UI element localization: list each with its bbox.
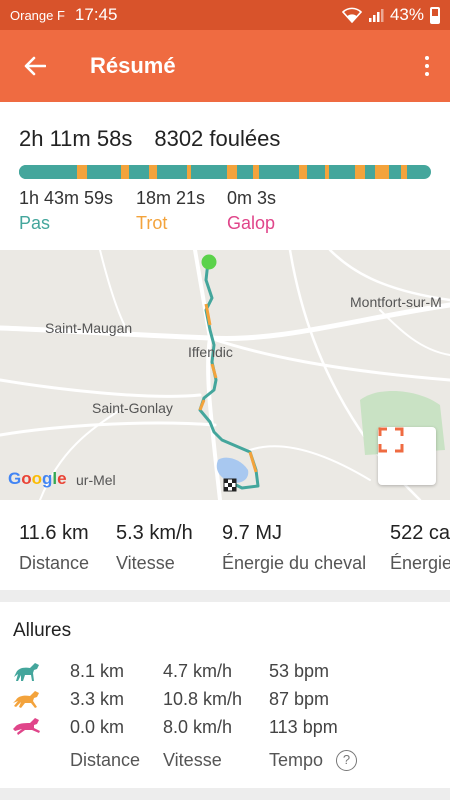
stat-value: 522 ca	[390, 522, 450, 544]
page-title: Résumé	[90, 53, 176, 78]
allure-tempo: 53 bpm	[269, 661, 330, 681]
total-strides: 8302 foulées	[154, 126, 281, 151]
allure-row-walk: 8.1 km 4.7 km/h 53 bpm	[0, 661, 450, 689]
gait-label: Pas	[19, 213, 51, 233]
allures-title: Allures	[13, 620, 72, 641]
gait-gallop: 0m 3s Galop	[227, 188, 276, 234]
stat-label: Distance	[19, 553, 90, 573]
stat-energy: 522 ca Énergie	[390, 522, 450, 574]
gait-walk: 1h 43m 59s Pas	[19, 188, 113, 234]
allure-tempo: 113 bpm	[269, 717, 338, 737]
stat-value: 9.7 MJ	[222, 522, 283, 544]
header-distance: Distance	[70, 750, 141, 770]
stat-distance: 11.6 km Distance	[19, 522, 89, 574]
totals: 2h 11m 58s 8302 foulées	[19, 126, 280, 152]
stat-value: 5.3 km/h	[116, 522, 193, 544]
allures-card: Allures 8.1 km 4.7 km/h 53 bpm 3.3 km 10…	[0, 602, 450, 788]
battery-icon	[430, 6, 440, 24]
app-bar: Résumé	[0, 30, 450, 102]
ride-stats: 11.6 km Distance 5.3 km/h Vitesse 9.7 MJ…	[0, 500, 450, 590]
stat-value: 11.6 km	[19, 522, 89, 544]
gait-time: 0m 3s	[227, 188, 277, 208]
map-place-label: ur-Mel	[76, 472, 116, 488]
allure-speed: 8.0 km/h	[163, 717, 233, 737]
trotting-horse-icon	[13, 691, 39, 708]
wifi-icon	[341, 7, 362, 23]
total-duration: 2h 11m 58s	[19, 126, 133, 151]
route-start-marker	[201, 254, 217, 270]
header-tempo: Tempo	[269, 750, 324, 770]
back-button[interactable]	[0, 30, 70, 102]
status-bar: Orange F 17:45 43%	[0, 0, 450, 30]
allure-tempo: 87 bpm	[269, 689, 330, 709]
allure-speed: 10.8 km/h	[163, 689, 243, 709]
allure-speed: 4.7 km/h	[163, 661, 233, 681]
status-time: 17:45	[74, 5, 118, 24]
gait-time: 18m 21s	[136, 188, 206, 208]
allure-distance: 3.3 km	[70, 689, 125, 709]
more-options-button[interactable]	[404, 30, 450, 102]
help-icon[interactable]: ?	[336, 750, 357, 771]
arrow-back-icon	[24, 56, 46, 76]
allure-distance: 0.0 km	[70, 717, 125, 737]
stat-label: Énergie	[390, 553, 450, 573]
fullscreen-icon	[378, 427, 404, 453]
map-place-label: Montfort-sur-M	[350, 294, 442, 310]
gait-label: Trot	[136, 213, 168, 233]
header-speed: Vitesse	[163, 750, 222, 770]
walking-horse-icon	[14, 663, 39, 681]
stat-label: Vitesse	[116, 553, 175, 573]
gait-timeline-bar	[19, 165, 431, 179]
ride-summary-card: 2h 11m 58s 8302 foulées 1h 43m 59s Pas 1…	[0, 102, 450, 250]
allure-row-trot: 3.3 km 10.8 km/h 87 bpm	[0, 689, 450, 717]
allure-row-gallop: 0.0 km 8.0 km/h 113 bpm	[0, 717, 450, 745]
galloping-horse-icon	[13, 718, 40, 735]
stat-label: Énergie du cheval	[222, 553, 367, 573]
gait-trot: 18m 21s Trot	[136, 188, 205, 234]
carrier-name: Orange F	[10, 7, 65, 23]
route-map[interactable]: Montfort-sur-M Saint-Maugan Iffendic Sai…	[0, 250, 450, 500]
map-place-label: Iffendic	[188, 344, 233, 360]
stat-speed: 5.3 km/h Vitesse	[116, 522, 193, 574]
map-place-label: Saint-Maugan	[45, 320, 133, 336]
fullscreen-button[interactable]	[378, 427, 436, 485]
gait-label: Galop	[227, 213, 276, 233]
stat-horse-energy: 9.7 MJ Énergie du cheval	[222, 522, 366, 574]
status-right: 43%	[341, 5, 440, 25]
google-logo: Google	[8, 469, 67, 488]
map-place-label: Saint-Gonlay	[92, 400, 173, 416]
route-finish-flag-icon	[223, 478, 237, 492]
more-vert-icon	[425, 54, 429, 78]
battery-percent: 43%	[389, 5, 424, 24]
signal-icon	[368, 9, 384, 22]
allure-distance: 8.1 km	[70, 661, 125, 681]
gait-time: 1h 43m 59s	[19, 188, 114, 208]
